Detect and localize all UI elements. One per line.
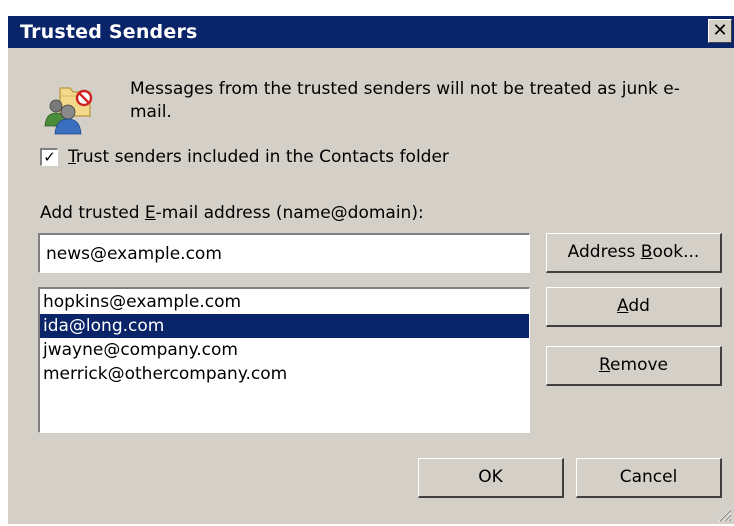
trust-contacts-option[interactable]: ✓ Trust senders included in the Contacts… bbox=[40, 146, 449, 168]
trusted-senders-list[interactable]: hopkins@example.com ida@long.com jwayne@… bbox=[38, 287, 530, 433]
info-message: Messages from the trusted senders will n… bbox=[130, 79, 680, 122]
add-suffix: dd bbox=[628, 296, 650, 316]
resize-grip-icon[interactable] bbox=[716, 506, 732, 522]
list-item-selected[interactable]: ida@long.com bbox=[40, 314, 529, 338]
add-mnemonic: A bbox=[617, 296, 629, 316]
remove-button[interactable]: Remove bbox=[546, 346, 722, 386]
address-label-mnemonic: E bbox=[144, 203, 156, 223]
ok-button[interactable]: OK bbox=[418, 458, 564, 498]
window-left-edge bbox=[0, 16, 8, 524]
trust-contacts-label-text: rust senders included in the Contacts fo… bbox=[75, 147, 449, 167]
address-label-suffix: -mail address (name@domain): bbox=[155, 203, 424, 223]
title-bar[interactable]: Trusted Senders ✕ bbox=[8, 16, 734, 48]
dialog-title: Trusted Senders bbox=[20, 21, 198, 43]
remove-mnemonic: R bbox=[598, 355, 611, 375]
close-button[interactable]: ✕ bbox=[708, 19, 732, 43]
trust-contacts-label[interactable]: Trust senders included in the Contacts f… bbox=[68, 147, 449, 167]
address-book-mnemonic: B bbox=[640, 242, 653, 262]
email-address-input[interactable] bbox=[38, 233, 530, 273]
close-icon: ✕ bbox=[712, 20, 728, 41]
address-label-prefix: Add trusted bbox=[40, 203, 145, 223]
list-item[interactable]: jwayne@company.com bbox=[40, 338, 529, 362]
address-book-button[interactable]: Address Book... bbox=[546, 233, 722, 273]
list-item[interactable]: merrick@othercompany.com bbox=[40, 362, 529, 386]
cancel-button[interactable]: Cancel bbox=[576, 458, 722, 498]
remove-suffix: emove bbox=[610, 355, 668, 375]
address-book-prefix: Address bbox=[567, 242, 641, 262]
address-field-label: Add trusted E-mail address (name@domain)… bbox=[40, 203, 424, 223]
list-item[interactable]: hopkins@example.com bbox=[40, 290, 529, 314]
trusted-senders-dialog: Trusted Senders ✕ Messages from the trus… bbox=[0, 0, 734, 524]
trusted-senders-icon bbox=[42, 82, 96, 136]
address-book-suffix: ook... bbox=[652, 242, 700, 262]
window-top-edge bbox=[0, 0, 734, 16]
checkmark-icon: ✓ bbox=[43, 148, 56, 166]
trust-contacts-checkbox[interactable]: ✓ bbox=[40, 148, 58, 166]
add-button[interactable]: Add bbox=[546, 287, 722, 327]
trust-contacts-mnemonic: T bbox=[68, 147, 76, 167]
